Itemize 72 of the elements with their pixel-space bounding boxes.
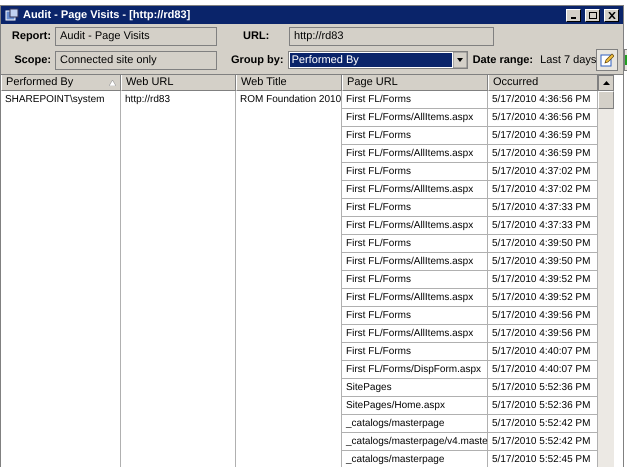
table-cell: 5/17/2010 5:52:42 PM [492,436,590,447]
column-header[interactable]: Page URL [342,75,488,91]
table-cell: 5/17/2010 4:36:59 PM [492,130,590,141]
table-cell: 5/17/2010 4:37:02 PM [492,184,590,195]
table-cell: ROM Foundation 2010 [240,94,342,105]
table-cell: 5/17/2010 4:39:52 PM [492,274,590,285]
table-cell: 5/17/2010 5:52:42 PM [492,418,590,429]
scope-label: Scope: [13,52,51,68]
table-cell: First FL/Forms [346,238,411,249]
table-cell: 5/17/2010 4:39:50 PM [492,238,590,249]
group-by-label: Group by: [231,52,284,68]
report-label: Report: [10,29,51,44]
maximize-icon [588,12,596,18]
table-cell: _catalogs/masterpage [346,454,444,465]
table-cell: 5/17/2010 4:36:56 PM [492,94,590,105]
table-cell: 5/17/2010 4:40:07 PM [492,346,590,357]
table-cell: First FL/Forms/AllItems.aspx [346,292,474,303]
table-cell: 5/17/2010 4:39:50 PM [492,256,590,267]
table-cell: First FL/Forms [346,166,411,177]
dropdown-arrow-icon [452,52,467,68]
table-cell: 5/17/2010 4:36:59 PM [492,148,590,159]
table-cell: SitePages [346,382,392,393]
scrollbar[interactable] [598,75,614,467]
table-cell: First FL/Forms [346,310,411,321]
scroll-thumb[interactable] [598,91,614,109]
table-cell: 5/17/2010 4:37:33 PM [492,220,590,231]
table-cell: First FL/Forms/AllItems.aspx [346,328,474,339]
table-cell: 5/17/2010 4:39:56 PM [492,310,590,321]
scroll-up-icon [602,81,610,85]
date-range-value: Last 7 days [540,52,596,68]
column-header[interactable]: Performed By [1,75,121,91]
column-header[interactable]: Web Title [236,75,342,91]
table-cell: First FL/Forms [346,94,411,105]
url-label: URL: [243,29,270,44]
report-field[interactable]: Audit - Page Visits [55,27,217,46]
app-icon [5,8,19,22]
table-cell: 5/17/2010 4:36:56 PM [492,112,590,123]
table-cell: First FL/Forms/AllItems.aspx [346,256,474,267]
table-cell: First FL/Forms/DispForm.aspx [346,364,482,375]
table-cell: SitePages/Home.aspx [346,400,445,411]
table-cell: http://rd83 [125,94,170,105]
table-cell: First FL/Forms [346,202,411,213]
table-cell: First FL/Forms [346,346,411,357]
table-cell: 5/17/2010 4:40:07 PM [492,364,590,375]
table-cell: 5/17/2010 4:37:02 PM [492,166,590,177]
table-cell: First FL/Forms/AllItems.aspx [346,184,474,195]
table-cell: First FL/Forms/AllItems.aspx [346,112,474,123]
table-cell: _catalogs/masterpage/v4.maste [346,436,488,447]
table-cell: First FL/Forms/AllItems.aspx [346,220,474,231]
minimize-button[interactable] [566,8,581,22]
close-button[interactable] [604,8,619,22]
table-cell: 5/17/2010 5:52:36 PM [492,400,590,411]
maximize-button[interactable] [585,8,600,22]
table-cell: 5/17/2010 4:39:56 PM [492,328,590,339]
table-cell: First FL/Forms/AllItems.aspx [346,148,474,159]
column-header[interactable]: Web URL [121,75,236,91]
table-cell: 5/17/2010 4:39:52 PM [492,292,590,303]
table-cell: First FL/Forms [346,274,411,285]
table-cell: First FL/Forms [346,130,411,141]
window-title: Audit - Page Visits - [http://rd83] [23,8,192,23]
table-cell: 5/17/2010 5:52:45 PM [492,454,590,465]
table-cell: 5/17/2010 4:37:33 PM [492,202,590,213]
edit-icon [600,53,614,67]
url-field[interactable]: http://rd83 [289,27,494,46]
table-cell: _catalogs/masterpage [346,418,444,429]
scope-field[interactable]: Connected site only [55,50,217,70]
close-icon [608,12,616,18]
table-cell: SHAREPOINT\system [5,94,104,105]
group-by-dropdown[interactable]: Performed By [288,51,468,69]
edit-button[interactable] [596,49,618,71]
date-range-label: Date range: [472,52,534,68]
table-cell: 5/17/2010 5:52:36 PM [492,382,590,393]
